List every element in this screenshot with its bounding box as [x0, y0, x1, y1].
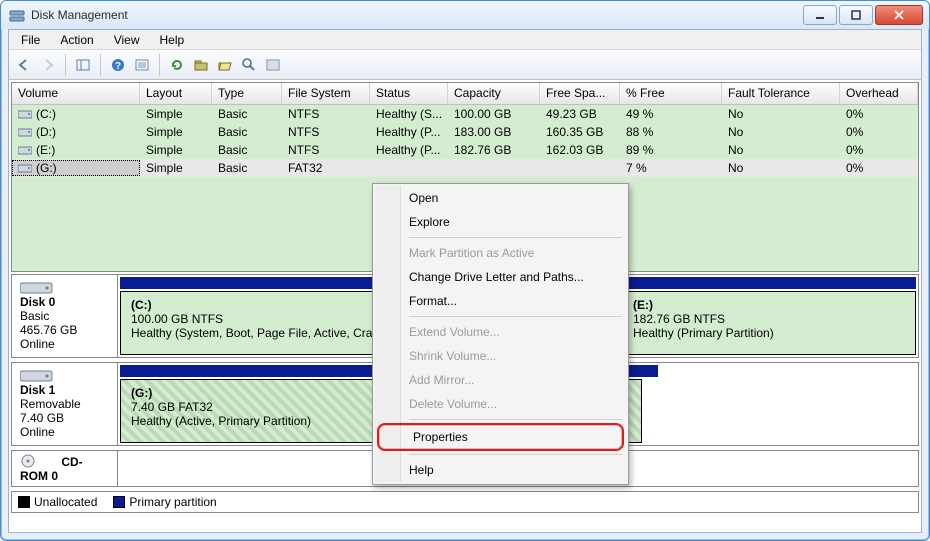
swatch-unallocated — [18, 496, 30, 508]
ctx-mark-active: Mark Partition as Active — [375, 241, 626, 265]
table-header: Volume Layout Type File System Status Ca… — [12, 83, 918, 105]
menu-help[interactable]: Help — [152, 32, 193, 48]
disk-label[interactable]: Disk 1 Removable 7.40 GB Online — [12, 363, 118, 445]
drive-icon — [18, 126, 32, 137]
col-type[interactable]: Type — [212, 83, 282, 104]
col-free[interactable]: Free Spa... — [540, 83, 620, 104]
table-row[interactable]: (C:) Simple Basic NTFS Healthy (S... 100… — [12, 105, 918, 123]
refresh-icon[interactable] — [166, 54, 188, 76]
menu-action[interactable]: Action — [52, 32, 101, 48]
drive-icon — [18, 144, 32, 155]
table-row[interactable]: (E:) Simple Basic NTFS Healthy (P... 182… — [12, 141, 918, 159]
open-icon[interactable] — [214, 54, 236, 76]
forward-button[interactable] — [37, 54, 59, 76]
find-icon[interactable] — [238, 54, 260, 76]
col-overhead[interactable]: Overhead — [840, 83, 918, 104]
titlebar[interactable]: Disk Management — [1, 1, 929, 29]
drive-icon — [18, 108, 32, 119]
show-hide-tree-icon[interactable] — [72, 54, 94, 76]
col-layout[interactable]: Layout — [140, 83, 212, 104]
window-frame: Disk Management File Action View Help ? — [0, 0, 930, 541]
col-volume[interactable]: Volume — [12, 83, 140, 104]
close-button[interactable] — [875, 5, 923, 25]
col-fault[interactable]: Fault Tolerance — [722, 83, 840, 104]
col-pctfree[interactable]: % Free — [620, 83, 722, 104]
settings-icon[interactable] — [131, 54, 153, 76]
ctx-add-mirror: Add Mirror... — [375, 368, 626, 392]
window-title: Disk Management — [31, 8, 128, 22]
swatch-primary — [113, 496, 125, 508]
legend: Unallocated Primary partition — [11, 491, 919, 513]
toolbar: ? — [9, 50, 921, 80]
col-status[interactable]: Status — [370, 83, 448, 104]
disk-label[interactable]: CD-ROM 0 — [12, 451, 118, 486]
col-fs[interactable]: File System — [282, 83, 370, 104]
disk-icon — [20, 282, 56, 294]
ctx-open[interactable]: Open — [375, 186, 626, 210]
ctx-change-letter[interactable]: Change Drive Letter and Paths... — [375, 265, 626, 289]
back-button[interactable] — [13, 54, 35, 76]
disk-icon — [20, 370, 56, 382]
ctx-properties[interactable]: Properties — [377, 423, 624, 451]
tool-extra-icon[interactable] — [262, 54, 284, 76]
menu-view[interactable]: View — [106, 32, 148, 48]
menubar: File Action View Help — [9, 30, 921, 50]
ctx-delete: Delete Volume... — [375, 392, 626, 416]
table-row[interactable]: (G:) Simple Basic FAT32 7 % No 0% — [12, 159, 918, 177]
svg-text:?: ? — [115, 61, 121, 72]
cdrom-icon — [20, 454, 56, 466]
ctx-extend: Extend Volume... — [375, 320, 626, 344]
col-capacity[interactable]: Capacity — [448, 83, 540, 104]
menu-file[interactable]: File — [13, 32, 48, 48]
volume-box[interactable]: (E:) 182.76 GB NTFS Healthy (Primary Par… — [622, 291, 916, 355]
ctx-explore[interactable]: Explore — [375, 210, 626, 234]
drive-icon — [18, 162, 32, 173]
ctx-help[interactable]: Help — [375, 458, 626, 482]
disk-label[interactable]: Disk 0 Basic 465.76 GB Online — [12, 275, 118, 357]
client-area: File Action View Help ? Volume Layout — [8, 29, 922, 533]
minimize-button[interactable] — [803, 5, 837, 25]
help-button[interactable]: ? — [107, 54, 129, 76]
table-row[interactable]: (D:) Simple Basic NTFS Healthy (P... 183… — [12, 123, 918, 141]
ctx-shrink: Shrink Volume... — [375, 344, 626, 368]
maximize-button[interactable] — [839, 5, 873, 25]
app-icon — [9, 7, 25, 23]
context-menu: Open Explore Mark Partition as Active Ch… — [372, 183, 629, 485]
ctx-format[interactable]: Format... — [375, 289, 626, 313]
rescan-icon[interactable] — [190, 54, 212, 76]
